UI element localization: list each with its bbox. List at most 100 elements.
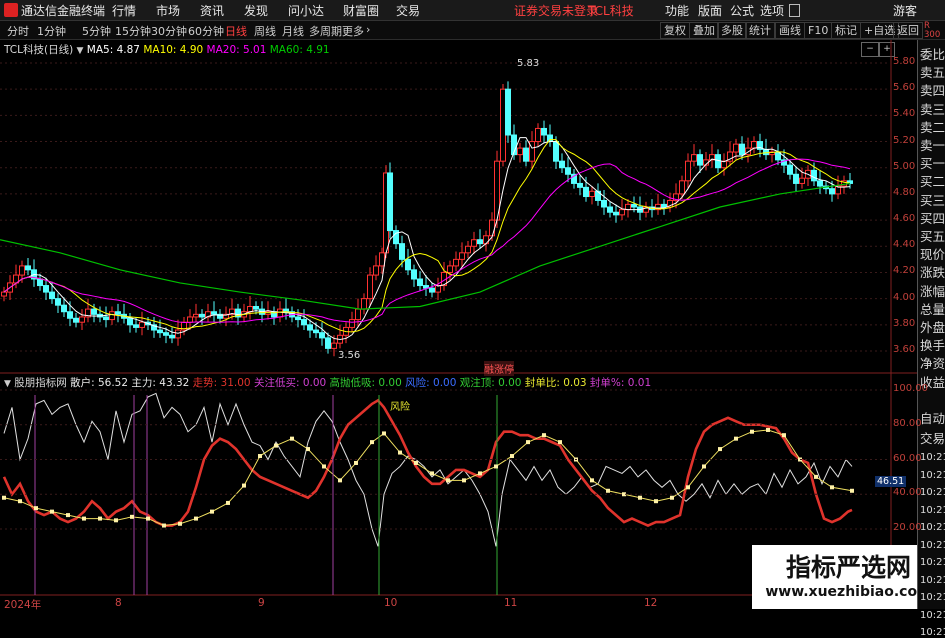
tab-daily[interactable]: 日线 (225, 23, 247, 39)
sidebar-item-16[interactable]: 换手 (920, 337, 945, 354)
tab-15min[interactable]: 15分钟 (115, 23, 151, 39)
candle-body (619, 209, 625, 216)
tab-weekly[interactable]: 周线 (254, 23, 276, 39)
candle-body (489, 219, 495, 237)
candle-body (613, 211, 619, 216)
user-icon[interactable] (789, 4, 800, 17)
sidebar-item-8[interactable]: 买三 (920, 192, 945, 209)
multi-stock-button[interactable]: 多股 (717, 22, 747, 39)
main-force-marker (210, 509, 214, 514)
indicator-value-5: 风险: 0.00 (401, 377, 457, 389)
tab-more[interactable]: 更多 (342, 23, 364, 39)
candle-body (37, 278, 43, 287)
time-row: 10:21 (920, 627, 945, 638)
time-row: 10:21 (920, 504, 945, 516)
tab-multi-period[interactable]: 多周期 (309, 23, 342, 39)
sidebar-item-13[interactable]: 涨幅 (920, 283, 945, 300)
sidebar-item-9[interactable]: 买四 (920, 210, 945, 227)
menu-formula[interactable]: 公式 (730, 2, 754, 19)
menu-news[interactable]: 资讯 (200, 2, 224, 19)
main-force-marker (638, 495, 642, 500)
menu-layout[interactable]: 版面 (698, 2, 722, 19)
candle-body (109, 311, 115, 321)
main-force-marker (782, 433, 786, 438)
indicator-toggle-icon[interactable]: ▼ (4, 379, 11, 389)
sidebar-item-19[interactable]: 自动 (920, 410, 945, 427)
menu-wealth[interactable]: 财富圈 (343, 2, 379, 19)
indicator-value-4: 高抛低吸: 0.00 (326, 377, 402, 389)
sidebar-item-11[interactable]: 现价 (920, 246, 945, 263)
mark-button[interactable]: 标记 (831, 22, 861, 39)
risk-label: 风险 (390, 402, 410, 413)
indicator-values: 散户: 56.52 主力: 43.32 走势: 31.00 关注低买: 0.00… (70, 377, 651, 389)
time-row: 10:21 (920, 452, 945, 463)
limit-up-badge: 融涨停 (484, 361, 514, 376)
sidebar-item-10[interactable]: 买五 (920, 228, 945, 245)
candle-body (661, 203, 667, 208)
candle-body (763, 148, 769, 156)
candle-body (547, 134, 553, 143)
main-force-marker (734, 436, 738, 441)
main-force-marker (446, 478, 450, 483)
adjust-button[interactable]: 复权 (660, 22, 690, 39)
date-tick: 11 (504, 597, 518, 609)
menu-trade[interactable]: 交易 (396, 2, 420, 19)
candle-body (577, 182, 583, 188)
sidebar-item-6[interactable]: 买一 (920, 155, 945, 172)
main-force-marker (494, 464, 498, 469)
kline-chart[interactable] (0, 40, 917, 596)
tab-monthly[interactable]: 月线 (282, 23, 304, 39)
sidebar-item-17[interactable]: 净资 (920, 355, 945, 372)
f10-button[interactable]: F10 (804, 22, 833, 39)
tab-1min[interactable]: 1分钟 (37, 23, 66, 39)
main-force-marker (382, 431, 386, 436)
login-notice[interactable]: 证券交易未登录 (514, 2, 598, 19)
sidebar-item-4[interactable]: 卖二 (920, 119, 945, 136)
menu-function[interactable]: 功能 (665, 2, 689, 19)
menu-discover[interactable]: 发现 (244, 2, 268, 19)
sidebar-item-0[interactable]: 委比 (920, 46, 945, 63)
overlay-button[interactable]: 叠加 (689, 22, 719, 39)
candle-body (67, 311, 73, 319)
candle-body (49, 291, 55, 300)
sidebar-item-12[interactable]: 涨跌 (920, 264, 945, 281)
sidebar-item-5[interactable]: 卖一 (920, 137, 945, 154)
candle-body (565, 167, 571, 175)
charts-canvas[interactable] (0, 40, 917, 609)
indicator-name: 股朋指标网 (14, 377, 67, 389)
stats-button[interactable]: 统计 (745, 22, 775, 39)
sidebar-item-20[interactable]: 交易 (920, 430, 945, 447)
candle-body (517, 147, 523, 156)
indicator-tick: 40.00 (893, 487, 922, 499)
sidebar-item-2[interactable]: 卖四 (920, 82, 945, 99)
candle-body (817, 180, 823, 187)
sidebar-item-15[interactable]: 外盘 (920, 319, 945, 336)
draw-button[interactable]: 画线 (775, 22, 805, 39)
main-force-marker (830, 485, 834, 490)
sidebar-item-3[interactable]: 卖三 (920, 101, 945, 118)
tab-intraday[interactable]: 分时 (7, 23, 29, 39)
menu-options[interactable]: 选项 (760, 2, 784, 19)
tab-5min[interactable]: 5分钟 (82, 23, 111, 39)
sidebar-item-1[interactable]: 卖五 (920, 64, 945, 81)
menu-ask[interactable]: 问小达 (288, 2, 324, 19)
sidebar-item-7[interactable]: 买二 (920, 173, 945, 190)
main-force-marker (750, 429, 754, 434)
ma10-line (3, 139, 851, 333)
candle-body (417, 278, 423, 287)
candle-body (367, 274, 373, 300)
period-toolbar: 分时 1分钟 5分钟 15分钟 30分钟 60分钟 日线 周线 月线 多周期 更… (0, 21, 945, 40)
main-force-marker (430, 471, 434, 476)
menu-quotes[interactable]: 行情 (112, 2, 136, 19)
tab-60min[interactable]: 60分钟 (188, 23, 224, 39)
main-force-marker (114, 518, 118, 523)
guest-label[interactable]: 游客 (893, 2, 917, 19)
candle-body (471, 239, 477, 247)
sidebar-item-14[interactable]: 总量 (920, 301, 945, 318)
main-force-marker (414, 460, 418, 465)
ma20-line (3, 158, 851, 323)
back-button[interactable]: 返回 (893, 22, 923, 39)
more-chevron-icon[interactable]: › (366, 23, 370, 36)
menu-market[interactable]: 市场 (156, 2, 180, 19)
tab-30min[interactable]: 30分钟 (151, 23, 187, 39)
